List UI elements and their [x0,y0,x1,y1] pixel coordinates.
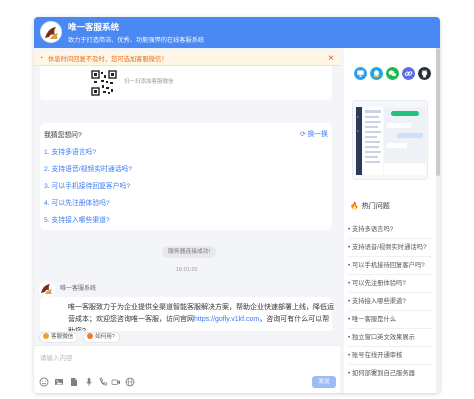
chip-label: 如何用? [95,334,115,340]
hot-questions-title: 🔥 热门问题 [350,201,390,211]
message-input[interactable] [40,351,330,365]
phone-icon[interactable] [98,377,108,387]
qr-caption: 扫一扫添加客服微信 [124,79,174,85]
website-link[interactable]: https://gofly.v1kf.com [194,316,259,323]
qq-icon[interactable] [370,67,383,80]
chip-dot-icon [87,333,93,339]
divider [348,256,432,257]
side-panel-scrollbar[interactable] [436,48,440,393]
agent-message-line: 唯一客服致力于为企业提供全渠道智能客服解决方案，帮助企业快速部署上线，降低运 [68,304,334,311]
refresh-faq-button[interactable]: ⟳ 换一换 [300,128,328,138]
chat-messages[interactable]: 扫一扫添加客服微信 我猜您想问? ⟳ 换一换 1. 支持多语言吗? 2. 支持语… [34,66,340,348]
notice-text: 休息时间回复不及时，您可选加客服微信！ [48,56,168,63]
link-icon[interactable] [402,67,415,80]
faq-item[interactable]: 4. 可以先注册体验吗? [44,197,110,207]
chip-dot-icon [43,333,49,339]
agent-name: 唯一客服系统 [60,286,97,292]
faq-title: 我猜您想问? [44,132,82,139]
refresh-icon: ⟳ [300,131,306,138]
notice-bar: ◔ 休息时间回复不及时，您可选加客服微信！ × [34,52,340,66]
agent-message-line: 营成本；欢迎您咨询唯一客服，访问官网https://gofly.v1kf.com… [68,314,329,324]
qr-card: 扫一扫添加客服微信 [40,66,332,100]
divider [348,328,432,329]
qr-code-image [91,70,117,96]
wechat-icon[interactable] [386,67,399,80]
side-panel: 🔥 热门问题 • 支持多语言吗? • 支持语音/视频实时通话吗? • 可以手机接待… [344,48,440,393]
shortcut-chip-wechat[interactable]: 客服微信 [39,332,79,343]
language-icon[interactable] [125,377,135,387]
side-panel-content[interactable]: 🔥 热门问题 • 支持多语言吗? • 支持语音/视频实时通话吗? • 可以手机接待… [344,48,436,393]
shortcut-chip-howto[interactable]: 如何用? [83,332,120,343]
fire-icon: 🔥 [350,203,359,210]
hot-question-item[interactable]: • 独立窗口英文效果展示 [348,332,415,341]
message-timestamp: 16:01:20 [176,267,198,273]
divider [348,310,432,311]
close-notice-button[interactable]: × [328,52,334,65]
faq-item[interactable]: 3. 可以手机接待回复客户吗? [44,180,130,190]
hot-question-item[interactable]: • 可以手机接待回复客户吗? [348,260,425,269]
hot-questions-label: 热门问题 [361,203,390,210]
faq-item[interactable]: 2. 支持语音/视频实时通话吗? [44,163,132,173]
scrollbar-thumb[interactable] [436,48,440,176]
divider [348,274,432,275]
hot-question-item[interactable]: • 可以先注册体验吗? [348,278,406,287]
divider [348,292,432,293]
bell-icon: ◔ [39,55,44,62]
video-call-icon[interactable] [111,377,121,387]
send-button[interactable]: 发送 [312,376,336,388]
header-bar: 唯一客服系统 致力于打造简洁、优秀、功能强悍的在线客服系统 [34,17,440,48]
header-title: 唯一客服系统 [68,22,120,32]
hot-question-item[interactable]: • 支持接入哪些渠道? [348,296,406,305]
system-message: 服务器连接成功! [162,246,217,258]
divider [348,364,432,365]
composer: 发送 [34,345,340,393]
hot-question-item[interactable]: • 唯一客服是什么 [348,314,396,323]
file-icon[interactable] [69,377,79,387]
divider [348,238,432,239]
hot-question-item[interactable]: • 账号在线开通审核 [348,350,402,359]
refresh-label: 换一换 [307,131,328,138]
emoji-icon[interactable] [39,377,49,387]
image-icon[interactable] [54,377,64,387]
agent-message-text: 营成本；欢迎您咨询唯一客服，访问官网 [68,316,194,323]
hot-question-item[interactable]: • 支持多语言吗? [348,224,393,233]
chip-label: 客服微信 [51,334,74,340]
header-subtitle: 致力于打造简洁、优秀、功能强悍的在线客服系统 [68,37,205,44]
agent-message-text: ，咨询可有什么可以帮 [259,316,330,323]
github-icon[interactable] [418,67,431,80]
faq-item[interactable]: 1. 支持多语言吗? [44,146,96,156]
faq-item[interactable]: 5. 支持接入哪些渠道? [44,214,110,224]
app-preview-image [352,100,428,180]
divider [348,346,432,347]
hot-question-item[interactable]: • 如何部署到自己服务器 [348,368,415,377]
chat-window: 唯一客服系统 致力于打造简洁、优秀、功能强悍的在线客服系统 ◔ 休息时间回复不及… [34,17,440,393]
faq-card: 我猜您想问? ⟳ 换一换 1. 支持多语言吗? 2. 支持语音/视频实时通话吗?… [40,123,332,230]
microphone-icon[interactable] [84,377,94,387]
shortcut-bar: 客服微信 如何用? [34,331,340,345]
agent-avatar [39,281,55,297]
desktop-app-icon[interactable] [354,67,367,80]
brand-logo [40,21,62,43]
hot-question-item[interactable]: • 支持语音/视频实时通话吗? [348,242,427,251]
